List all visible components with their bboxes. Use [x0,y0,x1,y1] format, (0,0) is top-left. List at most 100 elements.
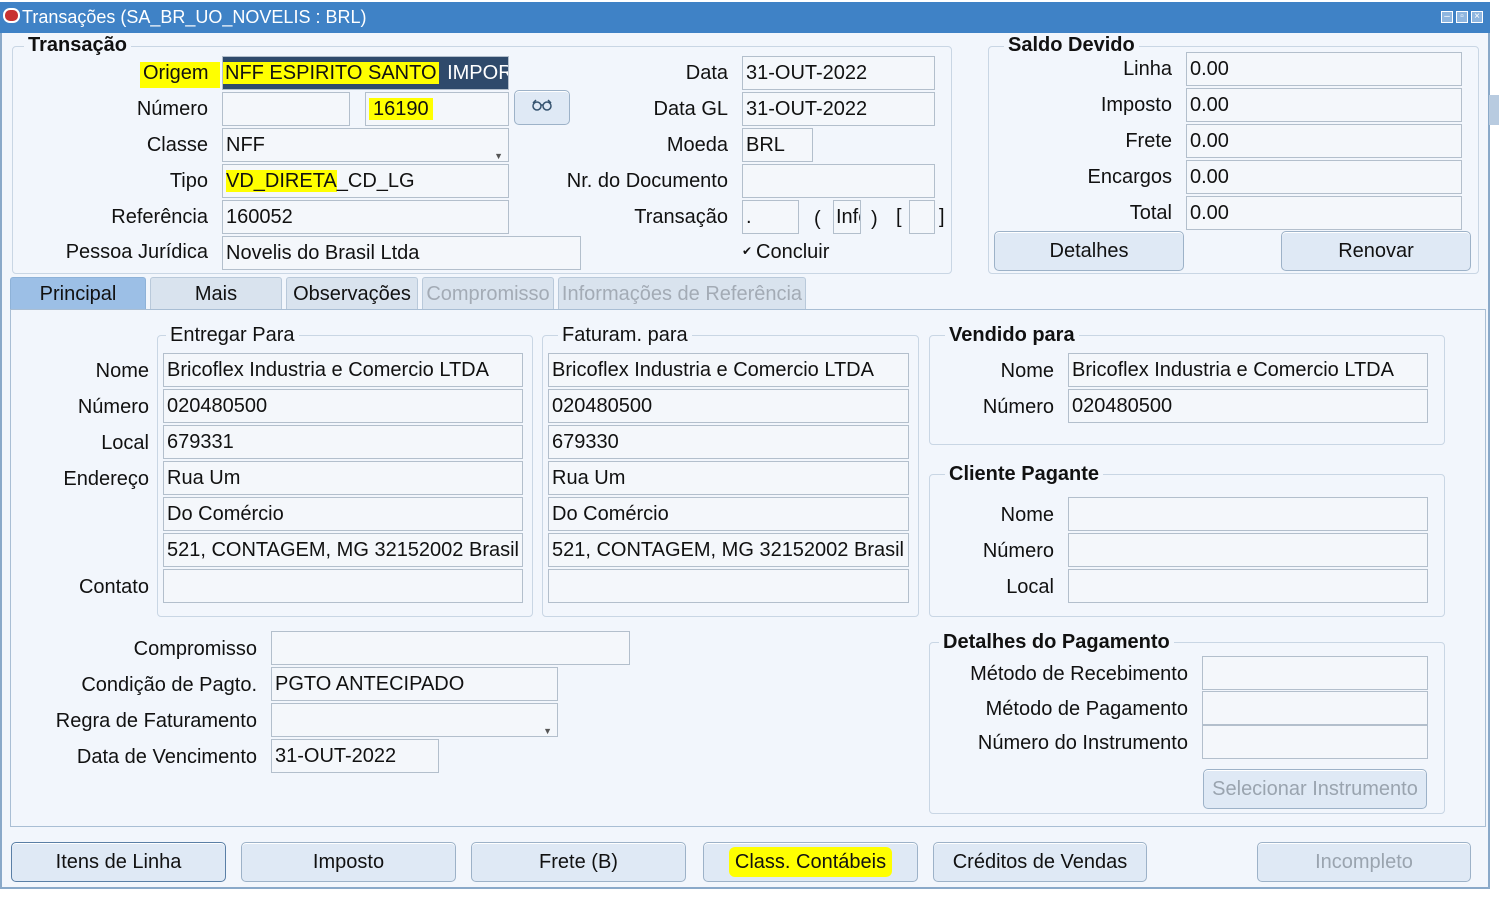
frete-field[interactable]: 0.00 [1186,124,1462,158]
concluir-label: Concluir [756,241,830,263]
total-field[interactable]: 0.00 [1186,196,1462,230]
data-field[interactable]: 31-OUT-2022 [742,56,935,90]
chevron-down-icon: ▼ [494,151,503,161]
entregar-numero-field[interactable]: 020480500 [163,389,523,423]
encargos-label: Encargos [1087,166,1173,188]
classe-value: NFF [226,134,265,156]
pessoa-juridica-field[interactable]: Novelis do Brasil Ltda [222,236,581,270]
numero-prefix-field[interactable] [222,92,350,126]
entregar-nome-field[interactable]: Bricoflex Industria e Comercio LTDA [163,353,523,387]
condicao-pagto-label: Condição de Pagto. [81,674,257,696]
encargos-field[interactable]: 0.00 [1186,160,1462,194]
classe-label: Classe [146,134,208,156]
entregar-endereco1-field[interactable]: Rua Um [163,461,523,495]
saldo-devido-title: Saldo Devido [1004,34,1139,57]
pagante-local-label: Local [1006,576,1054,598]
classe-select[interactable]: NFF ▼ [222,128,509,162]
nr-documento-field[interactable] [742,164,935,198]
scrollbar[interactable] [1489,95,1499,125]
regra-faturamento-label: Regra de Faturamento [55,710,257,732]
tab-mais[interactable]: Mais [150,277,282,309]
incompleto-button[interactable]: Incompleto [1257,842,1471,882]
numero-instrumento-field[interactable] [1202,725,1428,759]
faturam-endereco1-field[interactable]: Rua Um [548,461,909,495]
metodo-recebimento-label: Método de Recebimento [970,663,1188,685]
endereco-label: Endereço [63,468,149,490]
tab-informacoes-referencia[interactable]: Informações de Referência [558,277,806,309]
selecionar-instrumento-button[interactable]: Selecionar Instrumento [1203,769,1427,809]
faturam-nome-field[interactable]: Bricoflex Industria e Comercio LTDA [548,353,909,387]
moeda-field[interactable]: BRL [742,128,813,162]
window-titlebar[interactable]: Transações (SA_BR_UO_NOVELIS : BRL) – ▫ … [0,2,1490,33]
metodo-recebimento-field[interactable] [1202,656,1428,690]
vendido-nome-field[interactable]: Bricoflex Industria e Comercio LTDA [1068,353,1428,387]
compromisso-label: Compromisso [133,638,257,660]
moeda-label: Moeda [666,134,728,156]
contato-label: Contato [78,576,149,598]
numero-field[interactable]: 16190 [365,92,509,126]
vendido-para-title: Vendido para [945,324,1079,347]
renovar-button[interactable]: Renovar [1281,231,1471,271]
tab-observacoes[interactable]: Observações [286,277,418,309]
vendido-numero-label: Número [982,396,1054,418]
imposto-button[interactable]: Imposto [241,842,456,882]
minimize-icon[interactable]: – [1441,11,1453,23]
imposto-field[interactable]: 0.00 [1186,88,1462,122]
data-vencimento-field[interactable]: 31-OUT-2022 [271,739,439,773]
tipo-rest-text: _CD_LG [336,170,415,192]
tipo-label: Tipo [169,170,208,192]
faturam-endereco2-field[interactable]: Do Comércio [548,497,909,531]
entregar-endereco2-field[interactable]: Do Comércio [163,497,523,531]
tab-compromisso[interactable]: Compromisso [422,277,554,309]
data-vencimento-label: Data de Vencimento [76,746,257,768]
faturam-contato-field[interactable] [548,569,909,603]
pessoa-juridica-label: Pessoa Jurídica [65,241,208,263]
pagante-nome-field[interactable] [1068,497,1428,531]
origem-field[interactable]: NFF ESPIRITO SANTO IMPOR [222,56,509,90]
metodo-pagamento-field[interactable] [1202,691,1428,725]
maximize-icon[interactable]: ▫ [1456,11,1468,23]
numero-instrumento-label: Número do Instrumento [977,732,1188,754]
detalhes-pagamento-title: Detalhes do Pagamento [939,631,1174,654]
close-icon[interactable]: × [1471,11,1483,23]
tipo-field[interactable]: VD_DIRETA_CD_LG [222,164,509,198]
data-gl-field[interactable]: 31-OUT-2022 [742,92,935,126]
entregar-endereco3-field[interactable]: 521, CONTAGEM, MG 32152002 Brasil [163,533,523,567]
pagante-local-field[interactable] [1068,569,1428,603]
condicao-pagto-field[interactable]: PGTO ANTECIPADO [271,667,558,701]
info-field[interactable]: Info [833,200,861,234]
faturam-local-field[interactable]: 679330 [548,425,909,459]
data-label: Data [685,62,728,84]
faturam-endereco3-field[interactable]: 521, CONTAGEM, MG 32152002 Brasil [548,533,909,567]
referencia-field[interactable]: 160052 [222,200,509,234]
frete-button[interactable]: Frete (B) [471,842,686,882]
transacao-label: Transação [634,206,728,228]
tab-principal[interactable]: Principal [10,277,146,309]
compromisso-field[interactable] [271,631,630,665]
bracket-open: [ [896,206,902,228]
oracle-app-icon [3,8,20,23]
detalhes-button[interactable]: Detalhes [994,231,1184,271]
transacao-field[interactable]: . [742,200,799,234]
creditos-de-vendas-button[interactable]: Créditos de Vendas [933,842,1147,882]
concluir-checkbox[interactable]: ✔ [742,244,752,258]
paren-close: ) [871,208,878,230]
pagante-numero-field[interactable] [1068,533,1428,567]
entregar-local-field[interactable]: 679331 [163,425,523,459]
local-label: Local [101,432,149,454]
chevron-down-icon: ▼ [543,726,552,736]
bracket-close: ] [939,206,945,228]
transacao-group-title: Transação [24,34,131,57]
frete-label: Frete [1125,130,1172,152]
faturam-numero-field[interactable]: 020480500 [548,389,909,423]
bracket-field[interactable] [909,200,935,234]
vendido-numero-field[interactable]: 020480500 [1068,389,1428,423]
entregar-contato-field[interactable] [163,569,523,603]
regra-faturamento-select[interactable]: ▼ [271,703,558,737]
itens-de-linha-button[interactable]: Itens de Linha [11,842,226,882]
paren-open: ( [814,208,821,230]
class-contabeis-button[interactable]: Class. Contábeis [703,842,918,882]
nome-label: Nome [95,360,149,382]
linha-field[interactable]: 0.00 [1186,52,1462,86]
tipo-highlighted-text: VD_DIRETA [226,170,337,192]
